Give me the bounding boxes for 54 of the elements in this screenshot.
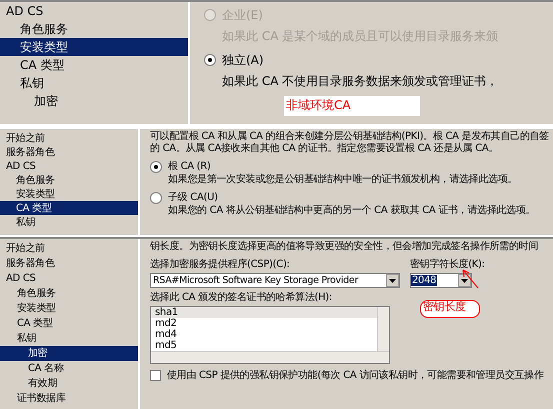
- key-length-label: 密钥字符长度(K):: [410, 259, 485, 271]
- nav-item[interactable]: 安装类型: [0, 38, 188, 56]
- nav-item[interactable]: AD CS: [0, 271, 138, 286]
- hash-option[interactable]: sha1: [151, 307, 377, 318]
- annotation-note: 密钥长度: [420, 300, 480, 318]
- intro-text: 钥长度。为密钥长度选择更高的值将导致更强的安全性，但会增加完成签名操作所需的时间: [150, 241, 540, 253]
- option-label: 子级 CA(U): [168, 192, 218, 204]
- nav-item[interactable]: 私钥: [0, 215, 138, 229]
- option-description: 如果此 CA 不使用目录服务数据来颁发或管理证书，: [221, 73, 498, 90]
- nav-item[interactable]: 加密: [0, 346, 138, 361]
- radio-button[interactable]: [150, 192, 162, 204]
- nav-item[interactable]: 角色服务: [0, 20, 188, 38]
- scrollbar[interactable]: [151, 351, 389, 363]
- key-length-dropdown[interactable]: 2048: [410, 273, 472, 288]
- dropdown-arrow-icon: [461, 278, 468, 282]
- nav-item[interactable]: 开始之前: [0, 241, 138, 256]
- nav-item[interactable]: 加密: [0, 92, 188, 110]
- option-description: 如果您是第一次安装或您是公钥基础结构中唯一的证书颁发机构，请选择此选项。: [167, 174, 518, 186]
- nav-item[interactable]: CA 类型: [0, 201, 138, 215]
- intro-text: 可以配置根 CA 和从属 CA 的组合来创建分层公钥基础结构(PKI)。根 CA 是发布其自己的自签: [150, 131, 549, 142]
- checkbox-label: 使用由 CSP 提供的强私钥保护功能(每次 CA 访问该私钥时，可能需要和管理员交互操作: [167, 370, 544, 382]
- nav-item[interactable]: 安装类型: [0, 301, 138, 316]
- nav-item[interactable]: AD CS: [0, 2, 188, 20]
- scrollbar[interactable]: [377, 307, 389, 352]
- nav-item[interactable]: CA 类型: [0, 56, 188, 74]
- csp-dropdown[interactable]: RSA#Microsoft Software Key Storage Provider: [150, 273, 400, 288]
- nav-item[interactable]: AD CS: [0, 159, 138, 173]
- nav-item[interactable]: 有效期: [0, 376, 138, 391]
- radio-button[interactable]: [204, 54, 216, 66]
- nav-item[interactable]: 安装类型: [0, 187, 138, 201]
- nav-item[interactable]: 私钥: [0, 74, 188, 92]
- hash-option[interactable]: md2: [151, 318, 377, 329]
- arrow-icon: [460, 268, 480, 290]
- option-description: 如果您的 CA 将从公钥基础结构中更高的另一个 CA 获取其 CA 证书，请选择此选项。: [167, 205, 536, 217]
- nav-item[interactable]: 服务器角色: [0, 256, 138, 271]
- csp-label: 选择加密服务提供程序(CSP)(C):: [150, 259, 291, 271]
- hash-option[interactable]: md4: [151, 329, 377, 340]
- nav-item[interactable]: 角色服务: [0, 286, 138, 301]
- nav-item[interactable]: 开始之前: [0, 131, 138, 145]
- option-label: 独立(A): [222, 52, 264, 69]
- hash-option[interactable]: md5: [151, 340, 377, 351]
- annotation-note: 非域环境CA: [284, 96, 420, 116]
- hash-label: 选择此 CA 颁发的签名证书的哈希算法(H):: [150, 292, 333, 304]
- nav-item[interactable]: CA 名称: [0, 361, 138, 376]
- radio-button[interactable]: [150, 161, 162, 173]
- nav-item[interactable]: 服务器角色: [0, 145, 138, 159]
- checkbox[interactable]: [150, 370, 161, 381]
- nav-item[interactable]: 私钥: [0, 331, 138, 346]
- nav-item[interactable]: 证书数据库: [0, 391, 138, 406]
- nav-item[interactable]: CA 类型: [0, 316, 138, 331]
- nav-item[interactable]: 角色服务: [0, 173, 138, 187]
- dropdown-arrow-icon: [389, 278, 396, 282]
- intro-text: 的 CA。从属 CA接收来自其他 CA 的证书。指定您需要设置根 CA 还是从属 CA。: [150, 143, 500, 155]
- option-label: 根 CA (R): [168, 161, 211, 173]
